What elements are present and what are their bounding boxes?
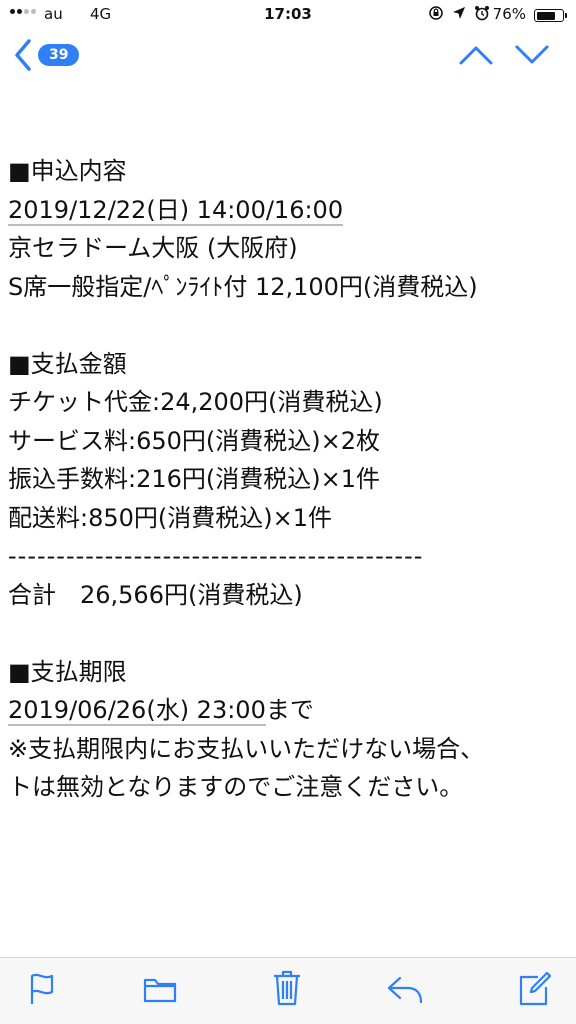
nav-bar: 39 [0,30,576,86]
compose-button[interactable] [518,971,552,1007]
date-link[interactable]: 2019/12/22(日) 14:00/16:00 [8,195,344,226]
folder-icon [143,978,177,1003]
rotation-lock-icon [428,5,444,25]
battery-percent: 76% [492,5,526,23]
location-icon [452,5,466,25]
unread-count-badge: 39 [38,44,80,66]
line-suffix: まで [265,696,314,724]
toolbar [0,957,576,1024]
separator-line: ----------------------------------------… [8,542,424,570]
reply-icon [387,976,423,1004]
delete-button[interactable] [272,969,302,1007]
chevron-up-icon [459,46,493,65]
flag-button[interactable] [28,972,56,1006]
email-line: トは無効となりますのでご注意ください。 [8,773,464,801]
back-button[interactable]: 39 [14,38,80,72]
email-line [8,306,576,345]
flag-icon [30,973,54,1004]
email-line: サービス料:650円(消費税込)×2枚 [8,426,380,455]
email-line: S席一般指定/ﾍﾟﾝﾗｲﾄ付 12,100円(消費税込) [8,272,478,301]
previous-message-button[interactable] [458,44,494,70]
email-line: チケット代金:24,200円(消費税込) [8,388,383,416]
email-line: 振込手数料:216円(消費税込)×1件 [8,465,380,493]
email-text: ■申込内容 2019/12/22(日) 14:00/16:00 京セラドーム大阪 (… [8,152,576,807]
email-line: 合計 26,566円(消費税込) [8,580,303,609]
battery-level [536,11,555,20]
email-line: ※支払期限内にお支払いいただけない場合、 [8,734,485,763]
chevron-down-icon [515,45,549,64]
date-link[interactable]: 2019/06/26(水) 23:00 [8,696,266,726]
email-body[interactable]: ■申込内容 2019/12/22(日) 14:00/16:00 京セラドーム大阪 (… [0,86,576,956]
email-line: ■支払金額 [8,349,127,378]
email-line [8,614,576,653]
battery-icon [534,9,567,22]
email-line: ■支払期限 [8,657,127,686]
alarm-icon [474,5,490,25]
email-line: ■申込内容 [8,157,127,185]
next-message-button[interactable] [514,44,550,70]
email-line: 京セラドーム大阪 (大阪府) [8,234,298,262]
status-bar: au 4G 17:03 76% [0,0,576,30]
email-line[interactable]: 2019/12/22(日) 14:00/16:00 [8,191,576,230]
email-line[interactable]: 2019/06/26(水) 23:00まで [8,691,576,730]
compose-icon [519,971,552,1006]
trash-icon [274,970,300,1006]
reply-button[interactable] [386,975,424,1005]
move-to-folder-button[interactable] [143,976,177,1004]
email-line: 配送料:850円(消費税込)×1件 [8,503,332,532]
chevron-left-icon [14,38,32,72]
